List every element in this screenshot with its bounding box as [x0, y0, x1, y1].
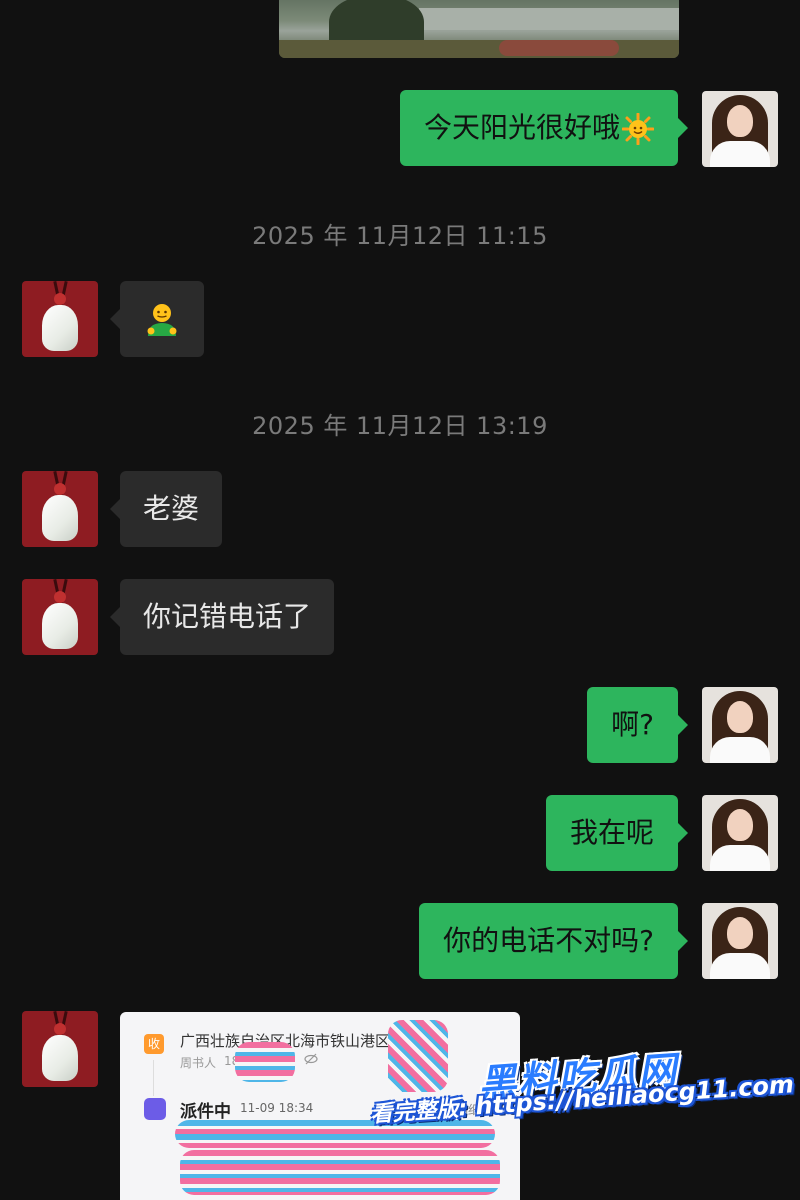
message-bubble-incoming[interactable]: 老婆: [109, 471, 223, 547]
message-bubble-outgoing[interactable]: 我在呢: [545, 795, 689, 871]
message-text: 我在呢: [569, 816, 654, 849]
message-text: 今天阳光很好哦: [423, 111, 620, 144]
censor-scribble: [175, 1120, 495, 1148]
avatar-self[interactable]: [702, 795, 778, 871]
censor-scribble: [235, 1042, 295, 1082]
avatar-self[interactable]: [702, 903, 778, 979]
message-bubble-incoming[interactable]: [110, 281, 204, 357]
eye-hidden-icon[interactable]: [304, 1052, 318, 1066]
censor-scribble: [388, 1020, 448, 1092]
delivery-date: 11-09 18:34: [240, 1101, 314, 1115]
photo-bank: [279, 40, 679, 58]
message-timestamp: 2025 年 11月12日 11:15: [252, 222, 548, 250]
message-text: 你的电话不对吗?: [443, 924, 654, 957]
chat-screen: 今天阳光很好哦 2025 年 11月12日 11:15 2025 年 11月12…: [0, 0, 800, 1200]
avatar-contact[interactable]: [22, 1011, 98, 1087]
message-text: 你记错电话了: [143, 600, 312, 633]
message-text: 老婆: [143, 492, 200, 525]
avatar-self[interactable]: [702, 91, 778, 167]
message-text: 啊?: [611, 708, 654, 741]
avatar-contact[interactable]: [22, 281, 98, 357]
delivery-truck-icon: [144, 1098, 166, 1120]
message-bubble-outgoing[interactable]: 你的电话不对吗?: [419, 903, 688, 979]
timeline-connector: [153, 1060, 154, 1096]
censor-scribble: [180, 1150, 500, 1195]
avatar-contact[interactable]: [22, 471, 98, 547]
message-bubble-incoming[interactable]: 你记错电话了: [109, 579, 335, 655]
avatar-contact[interactable]: [22, 579, 98, 655]
avatar-self[interactable]: [702, 687, 778, 763]
message-timestamp: 2025 年 11月12日 13:19: [252, 412, 548, 440]
photo-bush: [499, 40, 619, 56]
delivery-status: 派件中: [180, 1102, 231, 1122]
receive-badge: 收: [144, 1034, 164, 1054]
photo-lake: [419, 8, 679, 30]
message-bubble-outgoing[interactable]: 今天阳光很好哦: [399, 90, 689, 166]
watermark-label: 看完整版:: [369, 1096, 469, 1128]
recipient-label: 周书人: [180, 1056, 217, 1070]
person-emoji-icon: [147, 304, 177, 336]
message-bubble-outgoing[interactable]: 啊?: [587, 687, 688, 763]
sun-emoji-icon: [622, 113, 654, 145]
shared-photo-landscape[interactable]: [279, 0, 679, 58]
